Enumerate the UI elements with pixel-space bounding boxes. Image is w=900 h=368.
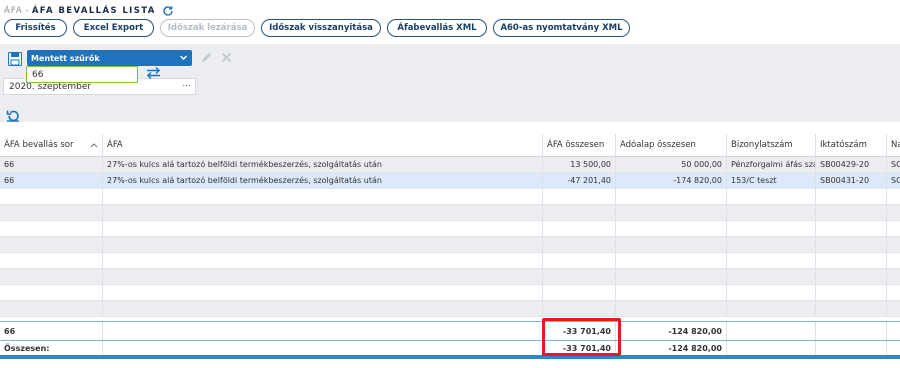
grand-total-base: -124 820,00 xyxy=(616,341,727,355)
refresh-button[interactable]: Frissítés xyxy=(4,19,67,37)
save-icon[interactable] xyxy=(8,52,22,66)
group-total-vat: -33 701,40 xyxy=(543,322,616,340)
table-row-empty xyxy=(0,189,900,205)
group-total-row: 66 -33 701,40 -124 820,00 xyxy=(0,321,900,340)
column-header-vat-line[interactable]: ÁFA bevallás sor xyxy=(0,134,103,156)
cell-vat: 27%-os kulcs alá tartozó belföldi termék… xyxy=(103,157,543,172)
chevron-down-icon xyxy=(180,55,187,60)
table-row-empty xyxy=(0,253,900,269)
table-row-empty xyxy=(0,205,900,221)
cell-registry-number: SB00429-20 xyxy=(816,157,887,172)
group-total-label: 66 xyxy=(0,322,103,340)
column-header-base-total[interactable]: Adóalap összesen xyxy=(616,134,727,156)
edit-icon[interactable] xyxy=(200,51,212,64)
column-header-vat[interactable]: ÁFA xyxy=(103,134,543,156)
grand-total-label: Összesen: xyxy=(0,341,103,355)
table-row-empty xyxy=(0,269,900,285)
column-header-vat-total[interactable]: ÁFA összesen xyxy=(543,134,616,156)
excel-export-button[interactable]: Excel Export xyxy=(73,19,154,37)
page-title: ÁFA BEVALLÁS LISTA xyxy=(31,6,156,16)
reopen-period-button[interactable]: Időszak visszanyitása xyxy=(261,19,381,37)
vat-return-xml-button[interactable]: Áfabevallás XML xyxy=(387,19,487,37)
cell-vat-total: -47 201,40 xyxy=(543,173,616,188)
column-header-document-number[interactable]: Bizonylatszám xyxy=(727,134,816,156)
period-value: 2020. szeptember xyxy=(9,81,92,92)
grand-total-vat: -33 701,40 xyxy=(543,341,616,355)
sort-asc-icon xyxy=(90,143,98,148)
table-row-empty xyxy=(0,237,900,253)
cell-vat-line: 66 xyxy=(0,157,103,172)
refresh-icon[interactable] xyxy=(162,5,174,17)
grid-header: ÁFA bevallás sor ÁFA ÁFA összesen Adóala… xyxy=(0,134,900,157)
column-header-truncated[interactable]: Na xyxy=(887,134,900,156)
cell-document-number: Pénzforgalmi áfás szá xyxy=(727,157,816,172)
table-row[interactable]: 66 27%-os kulcs alá tartozó belföldi ter… xyxy=(0,157,900,173)
saved-filters-label: Mentett szűrők xyxy=(31,53,100,63)
close-period-button: Időszak lezárása xyxy=(160,19,255,37)
cell-base-total: 50 000,00 xyxy=(616,157,727,172)
breadcrumb-separator: - xyxy=(25,6,29,16)
data-grid: ÁFA bevallás sor ÁFA ÁFA összesen Adóala… xyxy=(0,134,900,317)
cell-base-total: -174 820,00 xyxy=(616,173,727,188)
cell-vat-total: 13 500,00 xyxy=(543,157,616,172)
cell-document-number: 153/C teszt xyxy=(727,173,816,188)
grid-footer-bar xyxy=(0,355,900,359)
period-picker-button[interactable]: ... xyxy=(182,79,191,89)
cell-vat-line: 66 xyxy=(0,173,103,188)
breadcrumb-parent[interactable]: ÁFA xyxy=(4,6,23,16)
table-row-empty xyxy=(0,221,900,237)
filter-panel: Mentett szűrők 2020. szeptember ... xyxy=(0,44,900,122)
table-row-empty xyxy=(0,301,900,317)
cell-vat: 27%-os kulcs alá tartozó belföldi termék… xyxy=(103,173,543,188)
table-row-empty xyxy=(0,285,900,301)
cell-truncated: SC xyxy=(891,160,900,169)
search-input[interactable]: 66 xyxy=(26,66,138,83)
saved-filters-select[interactable]: Mentett szűrők xyxy=(27,50,192,66)
swap-icon[interactable] xyxy=(146,66,161,80)
search-value: 66 xyxy=(32,69,44,80)
toolbar: Frissítés Excel Export Időszak lezárása … xyxy=(4,19,630,37)
cell-truncated: SC xyxy=(891,176,900,185)
cell-registry-number: SB00431-20 xyxy=(816,173,887,188)
a60-form-xml-button[interactable]: A60-as nyomtatvány XML xyxy=(493,19,630,37)
table-row-selected[interactable]: 66 27%-os kulcs alá tartozó belföldi ter… xyxy=(0,173,900,189)
delete-icon[interactable] xyxy=(221,52,232,63)
grand-total-row: Összesen: -33 701,40 -124 820,00 xyxy=(0,340,900,355)
reset-icon[interactable] xyxy=(6,109,20,122)
breadcrumb: ÁFA - ÁFA BEVALLÁS LISTA xyxy=(4,5,174,17)
group-total-base: -124 820,00 xyxy=(616,322,727,340)
column-header-registry-number[interactable]: Iktatószám xyxy=(816,134,887,156)
